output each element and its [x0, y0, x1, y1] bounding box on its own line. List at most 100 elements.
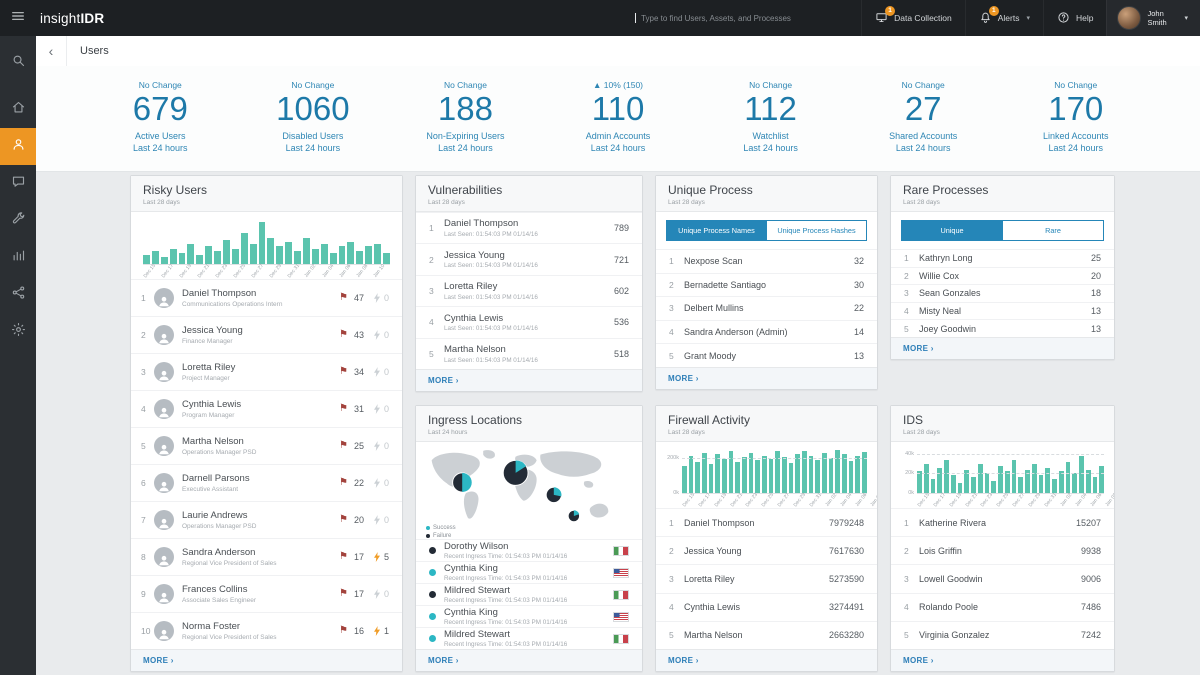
- ingress-row[interactable]: Mildred StewartRecent Ingress Time: 01:5…: [416, 583, 642, 605]
- firewall-row[interactable]: 5Martha Nelson2663280: [656, 621, 877, 649]
- more-link[interactable]: MORE ›: [131, 649, 402, 671]
- back-button[interactable]: ‹: [36, 36, 67, 66]
- row-name: Dorothy Wilson: [444, 541, 567, 552]
- insightidr-dashboard: insightIDR 1 Data Collection 1 Alerts ▾ …: [0, 0, 1200, 675]
- risky-user-row[interactable]: 1Daniel ThompsonCommunications Operation…: [131, 279, 402, 316]
- row-value: 14: [848, 327, 864, 337]
- vulnerability-row[interactable]: 5Martha NelsonLast Seen: 01:54:03 PM 01/…: [416, 338, 642, 369]
- row-value: 7617630: [823, 546, 864, 556]
- risky-user-row[interactable]: 4Cynthia LewisProgram Manager⚑310: [131, 390, 402, 427]
- sidebar-item-reports[interactable]: [0, 239, 36, 276]
- incident-bolt-icon: [374, 478, 380, 488]
- sidebar-item-connections[interactable]: [0, 276, 36, 313]
- more-link[interactable]: MORE ›: [891, 337, 1114, 359]
- user-avatar: [154, 325, 174, 345]
- more-link[interactable]: MORE ›: [656, 367, 877, 389]
- incident-count: 0: [384, 293, 392, 303]
- rare-process-row[interactable]: 2Willie Cox20: [891, 267, 1114, 285]
- row-rank: 3: [141, 367, 154, 377]
- risky-user-row[interactable]: 10Norma FosterRegional Vice President of…: [131, 612, 402, 649]
- ids-row[interactable]: 2Lois Griffin9938: [891, 536, 1114, 564]
- tab-unique-process-names[interactable]: Unique Process Names: [666, 220, 767, 241]
- risky-user-row[interactable]: 9Frances CollinsAssociate Sales Engineer…: [131, 575, 402, 612]
- stat-shared-accounts: No Change27Shared AccountsLast 24 hours: [847, 80, 1000, 171]
- vulnerability-row[interactable]: 3Loretta RileyLast Seen: 01:54:03 PM 01/…: [416, 275, 642, 306]
- ids-row[interactable]: 4Rolando Poole7486: [891, 593, 1114, 621]
- sidebar-item-search[interactable]: [0, 44, 36, 81]
- user-name: Darnell Parsons: [182, 473, 250, 484]
- bar: [815, 460, 820, 493]
- card-header: Risky Users Last 28 days: [131, 176, 402, 212]
- firewall-row[interactable]: 3Loretta Riley5273590: [656, 564, 877, 592]
- users-icon: [11, 137, 26, 157]
- nav-help[interactable]: Help: [1043, 0, 1106, 36]
- ids-row[interactable]: 1Katherine Rivera15207: [891, 508, 1114, 536]
- rare-process-row[interactable]: 3Sean Gonzales18: [891, 284, 1114, 302]
- risky-user-row[interactable]: 7Laurie AndrewsOperations Manager PSD⚑20…: [131, 501, 402, 538]
- ids-row[interactable]: 5Virginia Gonzalez7242: [891, 621, 1114, 649]
- unique-process-row[interactable]: 4Sandra Anderson (Admin)14: [656, 320, 877, 344]
- user-menu[interactable]: John Smith ▾: [1106, 0, 1200, 36]
- row-rank: 1: [904, 518, 919, 528]
- firewall-row[interactable]: 4Cynthia Lewis3274491: [656, 593, 877, 621]
- more-link[interactable]: MORE ›: [416, 369, 642, 391]
- ingress-row[interactable]: Cynthia KingRecent Ingress Time: 01:54:0…: [416, 561, 642, 583]
- flag-count: 25: [352, 441, 364, 451]
- sidebar-item-users[interactable]: [0, 128, 36, 165]
- row-value: 721: [608, 255, 629, 265]
- sidebar-item-settings[interactable]: [0, 313, 36, 350]
- hamburger-menu-button[interactable]: [0, 0, 36, 36]
- ingress-row[interactable]: Mildred StewartRecent Ingress Time: 01:5…: [416, 627, 642, 649]
- sidebar-item-home[interactable]: [0, 91, 36, 128]
- stat-value: 188: [389, 91, 542, 128]
- risky-user-row[interactable]: 3Loretta RileyProject Manager⚑340: [131, 353, 402, 390]
- user-name: Frances Collins: [182, 584, 256, 595]
- sidebar-item-messages[interactable]: [0, 165, 36, 202]
- risky-user-row[interactable]: 2Jessica YoungFinance Manager⚑430: [131, 316, 402, 353]
- unique-process-row[interactable]: 5Grant Moody13: [656, 343, 877, 367]
- rare-process-row[interactable]: 1Kathryn Long25: [891, 249, 1114, 267]
- firewall-row[interactable]: 2Jessica Young7617630: [656, 536, 877, 564]
- nav-data-collection-label: Data Collection: [894, 13, 952, 23]
- more-link[interactable]: MORE ›: [656, 649, 877, 671]
- unique-process-row[interactable]: 1Nexpose Scan32: [656, 249, 877, 273]
- unique-process-row[interactable]: 3Delbert Mullins22: [656, 296, 877, 320]
- firewall-activity-chart: 200k0kDec 15Dec 17Dec 19Dec 21Dec 23Dec …: [664, 449, 867, 508]
- bar: [205, 246, 212, 264]
- unique-process-row[interactable]: 2Bernadette Santiago30: [656, 273, 877, 297]
- bar: [924, 464, 929, 493]
- more-link[interactable]: MORE ›: [416, 649, 642, 671]
- nav-alerts[interactable]: 1 Alerts ▾: [965, 0, 1043, 36]
- ids-row[interactable]: 3Lowell Goodwin9006: [891, 564, 1114, 592]
- tab-unique[interactable]: Unique: [901, 220, 1003, 241]
- rare-process-row[interactable]: 5Joey Goodwin13: [891, 319, 1114, 337]
- stat-label: Non-Expiring UsersLast 24 hours: [389, 130, 542, 154]
- card-unique-process: Unique Process Last 28 days Unique Proce…: [655, 175, 878, 390]
- row-name: Rolando Poole: [919, 602, 978, 612]
- unique-process-list: 1Nexpose Scan322Bernadette Santiago303De…: [656, 249, 877, 367]
- bar: [702, 453, 707, 493]
- nav-data-collection[interactable]: 1 Data Collection: [861, 0, 965, 36]
- risky-user-row[interactable]: 8Sandra AndersonRegional Vice President …: [131, 538, 402, 575]
- sidebar-item-tools[interactable]: [0, 202, 36, 239]
- firewall-row[interactable]: 1Daniel Thompson7979248: [656, 508, 877, 536]
- more-link[interactable]: MORE ›: [891, 649, 1114, 671]
- bar: [1099, 466, 1104, 493]
- card-risky-users: Risky Users Last 28 days Dec 15Dec 17Dec…: [130, 175, 403, 672]
- global-search-input[interactable]: [639, 13, 835, 24]
- risky-user-row[interactable]: 5Martha NelsonOperations Manager PSD⚑250: [131, 427, 402, 464]
- tab-rare[interactable]: Rare: [1003, 220, 1104, 241]
- ingress-row[interactable]: Cynthia KingRecent Ingress Time: 01:54:0…: [416, 605, 642, 627]
- row-rank: 4: [669, 327, 684, 337]
- row-name: Virginia Gonzalez: [919, 630, 989, 640]
- vulnerability-row[interactable]: 4Cynthia LewisLast Seen: 01:54:03 PM 01/…: [416, 306, 642, 337]
- ingress-row[interactable]: Dorothy WilsonRecent Ingress Time: 01:54…: [416, 539, 642, 561]
- tab-unique-process-hashes[interactable]: Unique Process Hashes: [767, 220, 867, 241]
- bar: [829, 458, 834, 493]
- rare-process-row[interactable]: 4Misty Neal13: [891, 302, 1114, 320]
- vulnerability-row[interactable]: 1Daniel ThompsonLast Seen: 01:54:03 PM 0…: [416, 212, 642, 243]
- vulnerability-row[interactable]: 2Jessica YoungLast Seen: 01:54:03 PM 01/…: [416, 243, 642, 274]
- risky-user-row[interactable]: 6Darnell ParsonsExecutive Assistant⚑220: [131, 464, 402, 501]
- card-header: Ingress Locations Last 24 hours: [416, 406, 642, 442]
- flag-count: 47: [352, 293, 364, 303]
